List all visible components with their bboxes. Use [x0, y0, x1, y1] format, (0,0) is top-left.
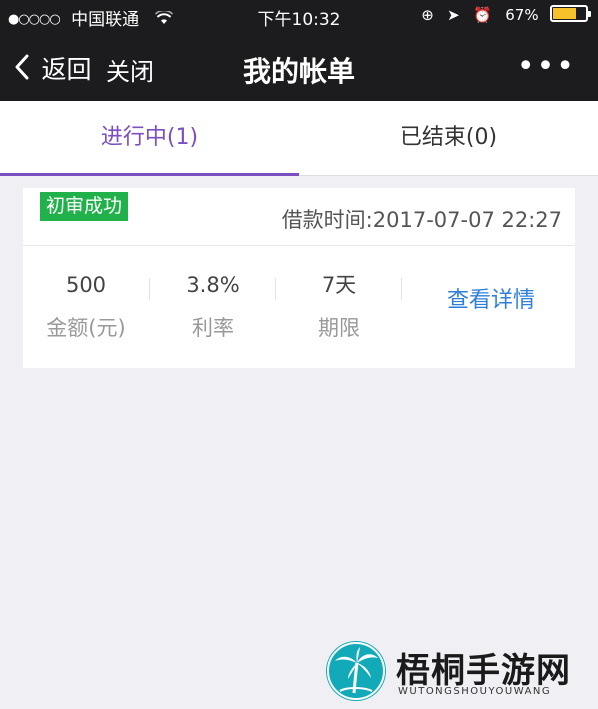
bill-card: 初审成功 借款时间:2017-07-07 22:27 500 金额(元) 3.8… [23, 188, 575, 368]
rate-value: 3.8% [186, 273, 240, 297]
battery-icon [550, 5, 591, 22]
battery-fill [553, 8, 576, 19]
watermark-subtitle: WUTONGSHOUYOUWANG [398, 686, 552, 697]
navigation-bar: 返回 关闭 我的帐单 ••• [0, 40, 598, 96]
stat-amount: 500 金额(元) [23, 272, 149, 341]
battery-percent: 67% [505, 6, 539, 24]
view-details-link[interactable]: 查看详情 [447, 282, 535, 314]
rate-label: 利率 [192, 316, 234, 340]
tab-in-progress[interactable]: 进行中(1) [0, 101, 299, 176]
watermark-title: 梧桐手游网 [396, 651, 571, 691]
stat-term: 7天 期限 [276, 272, 402, 341]
palm-tree-logo-icon [326, 641, 386, 701]
term-value: 7天 [321, 273, 357, 297]
stat-rate: 3.8% 利率 [150, 272, 276, 341]
top-bar: ●○○○○ 中国联通 下午10:32 ⊕ ➤ ⏰ 67% 返回 关闭 我的帐单 … [0, 0, 598, 101]
amount-label: 金额(元) [46, 316, 126, 340]
watermark: 梧桐手游网 WUTONGSHOUYOUWANG [326, 641, 584, 703]
more-options-button[interactable]: ••• [517, 52, 576, 82]
status-badge: 初审成功 [40, 192, 129, 221]
active-tab-indicator [0, 173, 299, 176]
page-title: 我的帐单 [242, 55, 355, 88]
location-arrow-icon: ➤ [447, 6, 460, 24]
status-bar: ●○○○○ 中国联通 下午10:32 ⊕ ➤ ⏰ 67% [0, 0, 598, 32]
stat-separator [401, 278, 402, 300]
amount-value: 500 [65, 273, 107, 297]
alarm-icon: ⏰ [473, 6, 492, 24]
card-divider [23, 245, 575, 246]
term-label: 期限 [318, 316, 360, 340]
loan-time: 借款时间:2017-07-07 22:27 [281, 208, 562, 232]
tab-bar: 进行中(1) 已结束(0) [0, 101, 598, 176]
orientation-lock-icon: ⊕ [421, 6, 434, 24]
tab-finished[interactable]: 已结束(0) [299, 101, 598, 176]
